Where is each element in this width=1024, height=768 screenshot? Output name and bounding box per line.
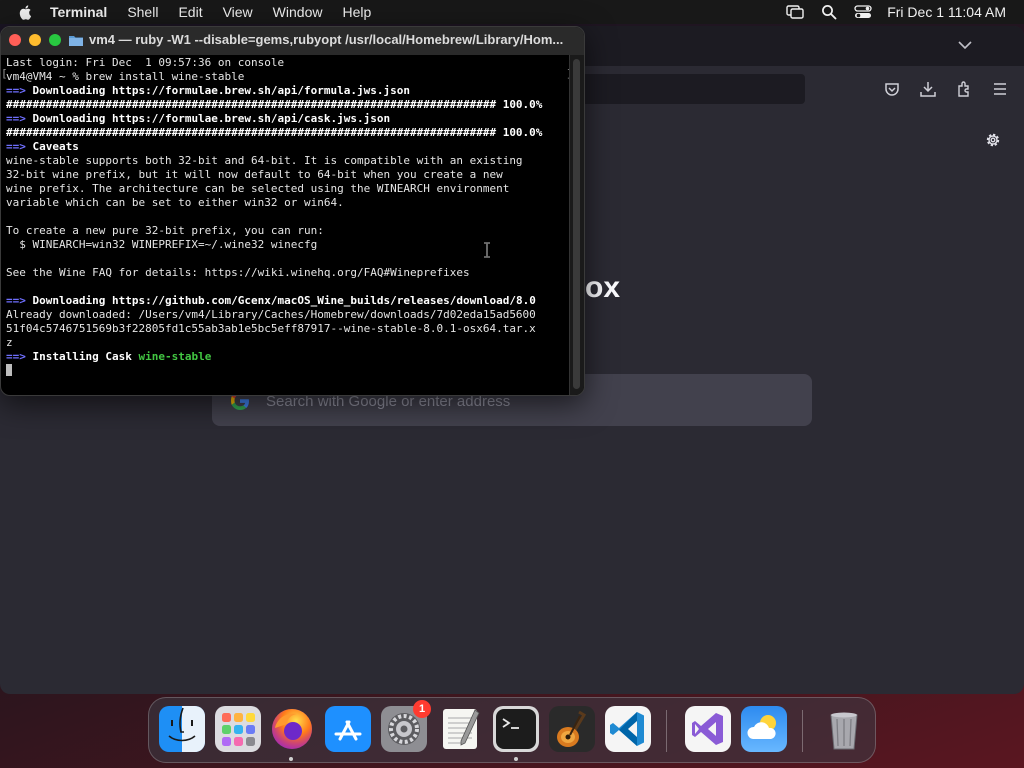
terminal-line: ########################################… xyxy=(6,126,543,139)
running-indicator xyxy=(289,757,293,761)
menu-bar: Terminal Shell Edit View Window Help Fri… xyxy=(0,0,1024,24)
firefox-url-bar[interactable] xyxy=(580,74,805,104)
visual-studio-icon[interactable] xyxy=(685,706,731,752)
terminal-output[interactable]: Last login: Fri Dec 1 09:57:36 on consol… xyxy=(6,56,569,394)
terminal-line: Last login: Fri Dec 1 09:57:36 on consol… xyxy=(6,56,285,69)
terminal-line: variable which can be set to either win3… xyxy=(6,196,344,209)
dock: 1 xyxy=(148,697,876,763)
terminal-line: Already downloaded: /Users/vm4/Library/C… xyxy=(6,308,536,321)
menu-icon[interactable] xyxy=(991,80,1009,98)
chevron-down-icon[interactable] xyxy=(956,38,974,52)
terminal-icon[interactable] xyxy=(493,706,539,752)
firefox-brand-text: ox xyxy=(585,271,621,304)
terminal-line: z xyxy=(6,336,13,349)
launchpad-icon[interactable] xyxy=(215,706,261,752)
app-store-icon[interactable] xyxy=(325,706,371,752)
terminal-line: See the Wine FAQ for details: https://wi… xyxy=(6,266,470,279)
terminal-line: 51f04c5746751569b3f22805fd1c55ab3ab1e5bc… xyxy=(6,322,536,335)
terminal-window[interactable]: vm4 — ruby -W1 --disable=gems,rubyopt /u… xyxy=(0,26,585,396)
terminal-arrow: ==> xyxy=(6,294,26,307)
dock-divider xyxy=(666,710,667,752)
terminal-line: $ WINEARCH=win32 WINEPREFIX=~/.wine32 wi… xyxy=(6,238,318,251)
terminal-scrollbar-thumb[interactable] xyxy=(573,59,580,389)
search-icon[interactable] xyxy=(819,4,839,20)
extensions-icon[interactable] xyxy=(955,80,973,98)
terminal-line: wine prefix. The architecture can be sel… xyxy=(6,182,510,195)
menu-app-name[interactable]: Terminal xyxy=(50,4,107,20)
menu-view[interactable]: View xyxy=(223,4,253,20)
finder-icon[interactable] xyxy=(159,706,205,752)
dock-divider xyxy=(802,710,803,752)
gear-icon[interactable] xyxy=(984,131,1002,149)
close-button[interactable] xyxy=(9,34,21,46)
folder-icon xyxy=(69,36,83,46)
terminal-line: 32-bit wine prefix, but it will now defa… xyxy=(6,168,503,181)
terminal-title-bar[interactable]: vm4 — ruby -W1 --disable=gems,rubyopt /u… xyxy=(1,27,584,55)
terminal-title: vm4 — ruby -W1 --disable=gems,rubyopt /u… xyxy=(89,32,564,47)
apple-icon[interactable] xyxy=(18,4,34,20)
control-center-icon[interactable] xyxy=(853,4,873,20)
terminal-line: ########################################… xyxy=(6,98,543,111)
terminal-arrow: ==> xyxy=(6,140,26,153)
terminal-arrow: ==> xyxy=(6,84,26,97)
menu-window[interactable]: Window xyxy=(273,4,323,20)
terminal-scrollbar[interactable] xyxy=(569,55,584,395)
terminal-line: vm4@VM4 ~ % brew install wine-stable xyxy=(6,70,245,83)
terminal-line: Downloading https://formulae.brew.sh/api… xyxy=(25,84,410,97)
terminal-line: To create a new pure 32-bit prefix, you … xyxy=(6,224,324,237)
terminal-line: Caveats xyxy=(25,140,79,153)
menu-edit[interactable]: Edit xyxy=(178,4,202,20)
vscode-icon[interactable] xyxy=(605,706,651,752)
zoom-button[interactable] xyxy=(49,34,61,46)
terminal-line: wine-stable supports both 32-bit and 64-… xyxy=(6,154,523,167)
weather-icon[interactable] xyxy=(741,706,787,752)
menu-clock[interactable]: Fri Dec 1 11:04 AM xyxy=(887,4,1006,20)
terminal-line: Installing Cask xyxy=(25,350,139,363)
terminal-package-name: wine-stable xyxy=(138,350,212,363)
garageband-icon[interactable] xyxy=(549,706,595,752)
ibeam-cursor-icon xyxy=(484,242,490,258)
terminal-line: Downloading https://formulae.brew.sh/api… xyxy=(25,112,391,125)
minimize-button[interactable] xyxy=(29,34,41,46)
trash-icon[interactable] xyxy=(821,706,867,752)
terminal-cursor xyxy=(6,364,12,376)
terminal-line: Downloading https://github.com/Gcenx/mac… xyxy=(25,294,536,307)
terminal-arrow: ==> xyxy=(6,350,26,363)
menu-shell[interactable]: Shell xyxy=(127,4,158,20)
pocket-icon[interactable] xyxy=(883,80,901,98)
screen-mirroring-icon[interactable] xyxy=(785,4,805,20)
firefox-icon[interactable] xyxy=(269,706,315,752)
settings-badge: 1 xyxy=(413,700,431,718)
menu-help[interactable]: Help xyxy=(342,4,371,20)
textedit-icon[interactable] xyxy=(437,706,483,752)
terminal-arrow: ==> xyxy=(6,112,26,125)
running-indicator xyxy=(514,757,518,761)
download-icon[interactable] xyxy=(919,80,937,98)
